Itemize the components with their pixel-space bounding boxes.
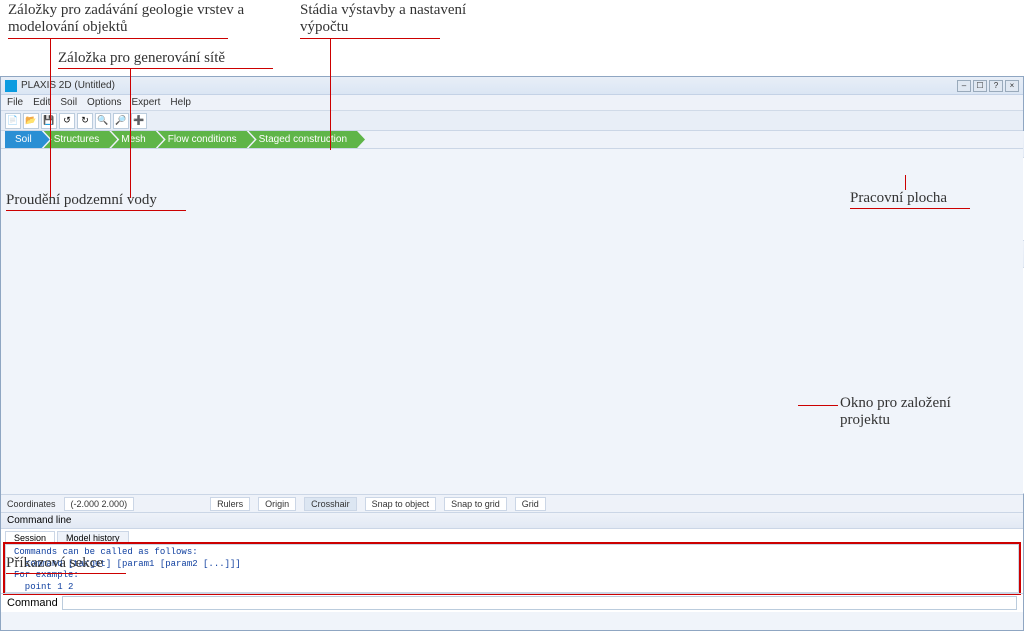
cmd-tab-history[interactable]: Model history xyxy=(57,531,129,544)
anno-geology: Záložky pro zadávání geologie vrstev a m… xyxy=(8,2,248,36)
anno-geology-underline xyxy=(8,38,228,39)
tab-structures[interactable]: Structures xyxy=(44,131,118,148)
tab-mesh[interactable]: Mesh xyxy=(111,131,163,148)
coord-label: Coordinates xyxy=(7,499,56,509)
anno-workspace-underline xyxy=(850,208,970,209)
tab-staged-construction[interactable]: Staged construction xyxy=(249,131,365,148)
toolbar: 📄 📂 💾 ↺ ↻ 🔍 🔎 ➕ xyxy=(1,111,1023,131)
min-button[interactable]: – xyxy=(957,80,971,92)
anno-flow-underline xyxy=(6,210,186,211)
app-window: PLAXIS 2D (Untitled) – ☐ ? × File Edit S… xyxy=(0,76,1024,631)
help-button[interactable]: ? xyxy=(989,80,1003,92)
sb-snap-object[interactable]: Snap to object xyxy=(365,497,437,511)
tb-undo-icon[interactable]: ↺ xyxy=(59,113,75,129)
tb-new-icon[interactable]: 📄 xyxy=(5,113,21,129)
sb-rulers[interactable]: Rulers xyxy=(210,497,250,511)
tb-redo-icon[interactable]: ↻ xyxy=(77,113,93,129)
anno-stages-pointer xyxy=(330,38,331,150)
cmd-prompt: Command xyxy=(7,597,58,609)
tb-save-icon[interactable]: 💾 xyxy=(41,113,57,129)
phase-tabs: Soil Structures Mesh Flow conditions Sta… xyxy=(1,131,1023,149)
anno-command: Příkazová sekce xyxy=(6,555,103,572)
max-button[interactable]: ☐ xyxy=(973,80,987,92)
sb-crosshair[interactable]: Crosshair xyxy=(304,497,357,511)
sb-grid[interactable]: Grid xyxy=(515,497,546,511)
menu-soil[interactable]: Soil xyxy=(60,97,77,108)
menu-options[interactable]: Options xyxy=(87,97,121,108)
cmd-body: Commands can be called as follows: comma… xyxy=(5,544,1019,593)
app-logo-icon xyxy=(5,80,17,92)
tab-soil[interactable]: Soil xyxy=(5,131,50,148)
menubar: File Edit Soil Options Expert Help xyxy=(1,95,1023,111)
anno-stages-underline xyxy=(300,38,440,39)
cmd-input[interactable] xyxy=(62,596,1017,610)
tb-open-icon[interactable]: 📂 xyxy=(23,113,39,129)
anno-geology-pointer xyxy=(50,38,51,198)
cmd-title: Command line xyxy=(1,513,1023,529)
tb-add-icon[interactable]: ➕ xyxy=(131,113,147,129)
menu-file[interactable]: File xyxy=(7,97,23,108)
tab-flow-conditions[interactable]: Flow conditions xyxy=(158,131,255,148)
tb-zoomout-icon[interactable]: 🔎 xyxy=(113,113,129,129)
sb-snap-grid[interactable]: Snap to grid xyxy=(444,497,507,511)
close-button[interactable]: × xyxy=(1005,80,1019,92)
anno-command-underline xyxy=(6,573,126,574)
anno-flow: Proudění podzemní vody xyxy=(6,192,157,209)
anno-mesh-pointer xyxy=(130,68,131,198)
menu-help[interactable]: Help xyxy=(170,97,191,108)
coord-value: (-2.000 2.000) xyxy=(64,497,135,511)
cmd-tab-session[interactable]: Session xyxy=(5,531,55,544)
sb-origin[interactable]: Origin xyxy=(258,497,296,511)
anno-project-dlg: Okno pro založení projektu xyxy=(840,395,1000,429)
menu-expert[interactable]: Expert xyxy=(132,97,161,108)
statusbar: Coordinates (-2.000 2.000) Rulers Origin… xyxy=(1,494,1023,512)
titlebar: PLAXIS 2D (Untitled) – ☐ ? × xyxy=(1,77,1023,95)
window-title: PLAXIS 2D (Untitled) xyxy=(21,80,115,91)
command-area: Command line Session Model history Comma… xyxy=(1,512,1023,612)
cmd-tabs: Session Model history xyxy=(1,529,1023,544)
anno-mesh-underline xyxy=(58,68,273,69)
anno-stages: Stádia výstavby a nastavení výpočtu xyxy=(300,2,480,36)
anno-mesh: Záložka pro generování sítě xyxy=(58,50,225,67)
anno-project-dlg-line xyxy=(798,405,838,406)
anno-workspace: Pracovní plocha xyxy=(850,190,947,207)
tb-zoomin-icon[interactable]: 🔍 xyxy=(95,113,111,129)
anno-workspace-pointer xyxy=(905,175,906,190)
menu-edit[interactable]: Edit xyxy=(33,97,50,108)
